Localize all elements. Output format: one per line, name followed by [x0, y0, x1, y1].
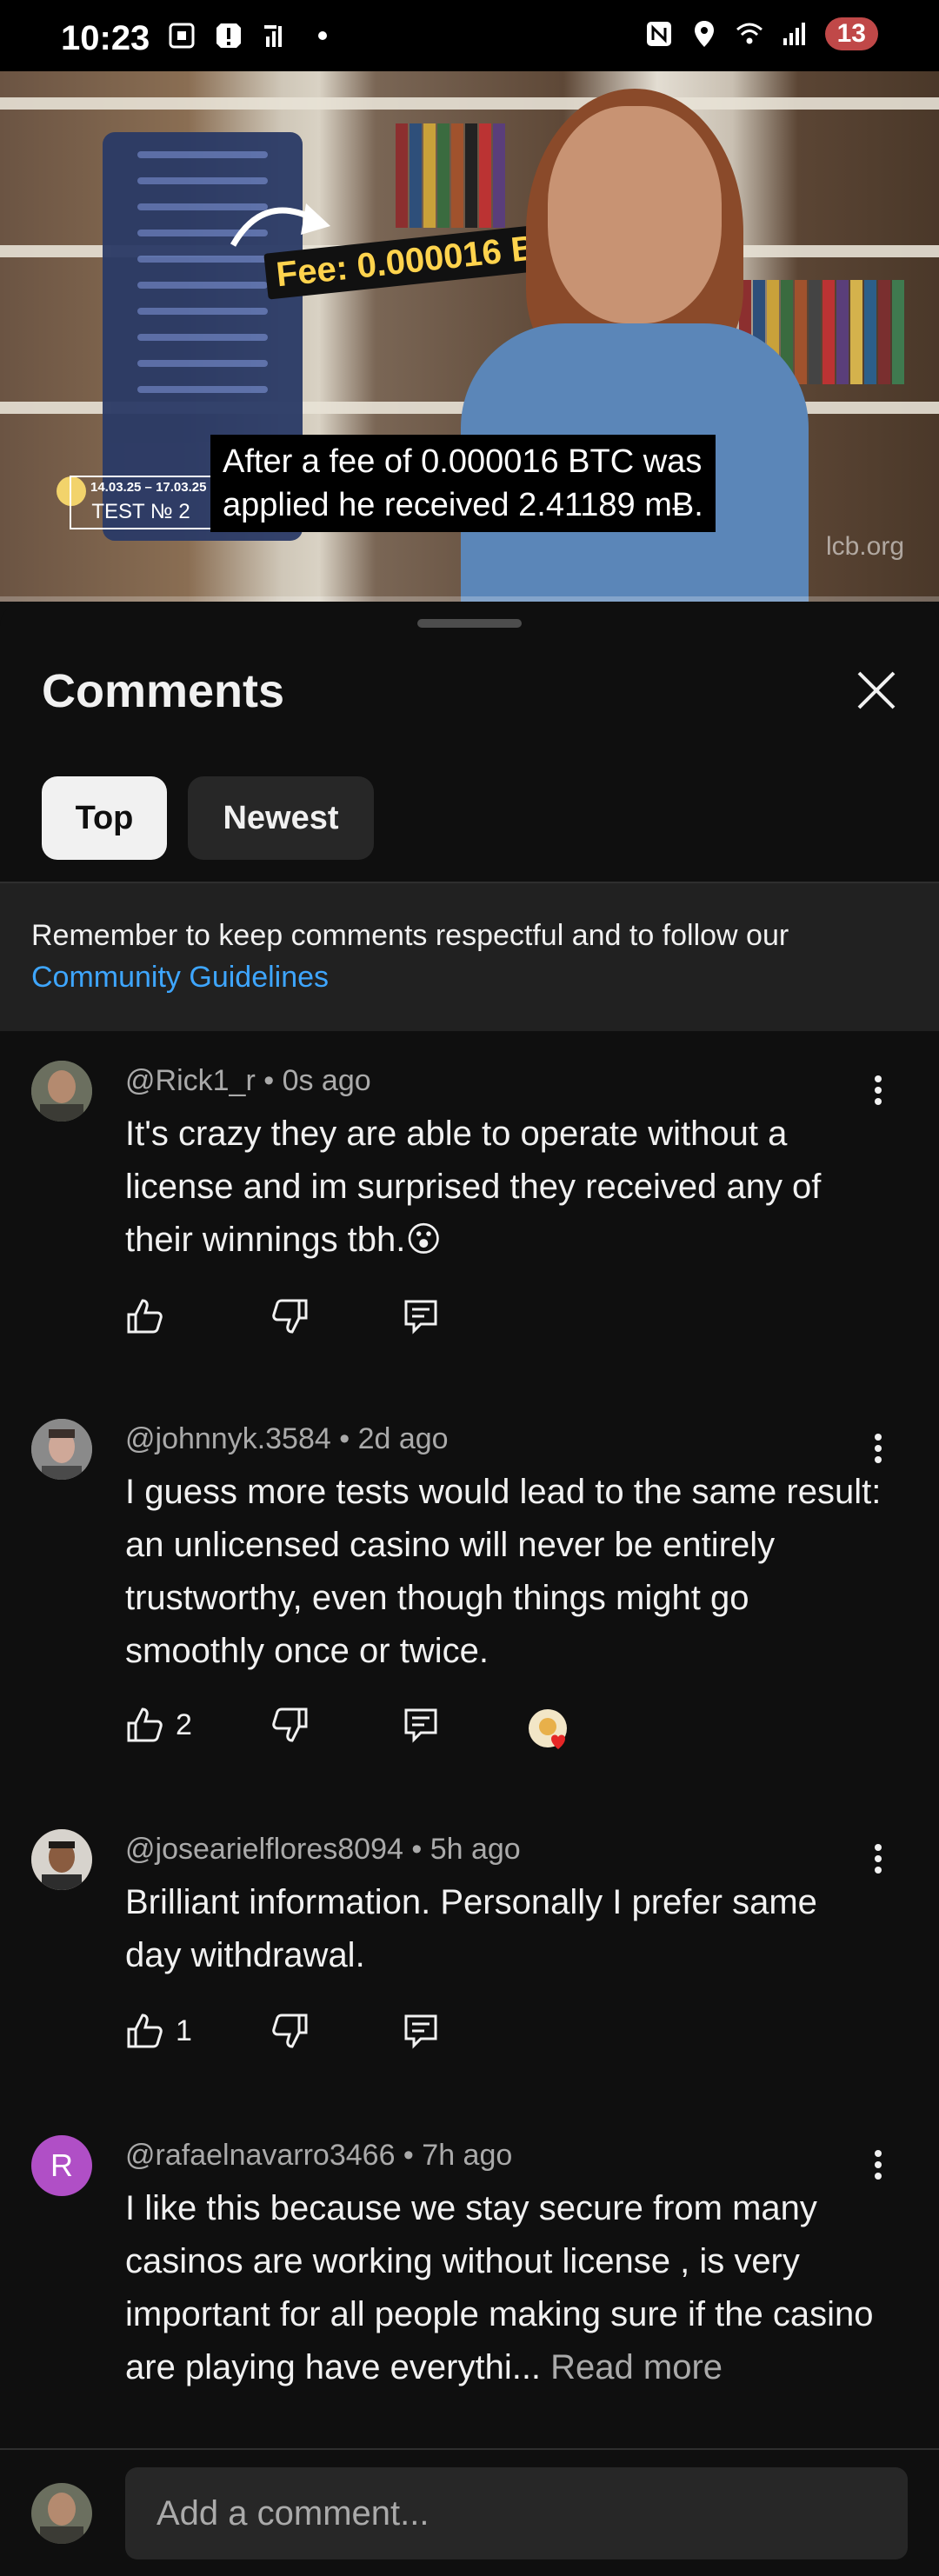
- community-guidelines-link[interactable]: Community Guidelines: [31, 961, 329, 994]
- avatar-letter: R: [50, 2147, 73, 2183]
- comment-text: I like this because we stay secure from …: [125, 2182, 882, 2394]
- wifi-icon: [735, 19, 764, 49]
- add-comment-input[interactable]: Add a comment...: [125, 2467, 908, 2559]
- test-badge: TEST № 2: [70, 476, 212, 529]
- location-icon: [689, 19, 719, 49]
- tab-newest[interactable]: Newest: [188, 776, 374, 860]
- comment-author[interactable]: @rafaelnavarro3466: [125, 2139, 395, 2172]
- like-button[interactable]: 2: [125, 1706, 192, 1744]
- comment-time: 2d ago: [357, 1422, 449, 1455]
- more-vertical-icon: [875, 2150, 882, 2180]
- caption-line: applied he received 2.41189 mɃ.: [223, 487, 703, 523]
- tab-top[interactable]: Top: [42, 776, 167, 860]
- dot-icon: [308, 21, 337, 50]
- comment-meta: @Rick1_r • 0s ago: [125, 1064, 371, 1097]
- comment-composer-bar: Add a comment...: [0, 2448, 939, 2576]
- avatar[interactable]: [31, 1829, 92, 1890]
- reply-icon: [404, 2014, 437, 2049]
- signal-tower-icon: [261, 21, 290, 50]
- comment-text: Brilliant information. Personally I pref…: [125, 1883, 817, 1974]
- video-player[interactable]: Fee: 0.000016 BTC 14.03.25 – 17.03.25 TE…: [0, 71, 939, 602]
- comment-author[interactable]: @Rick1_r: [125, 1064, 256, 1097]
- thumbs-down-icon: [272, 2014, 308, 2048]
- avatar[interactable]: [31, 1061, 92, 1122]
- reply-button[interactable]: [402, 2012, 440, 2050]
- close-icon: [857, 671, 896, 709]
- comment-meta: @rafaelnavarro3466 • 7h ago: [125, 2139, 513, 2172]
- notice-text: Remember to keep comments respectful and…: [31, 919, 789, 952]
- reply-icon: [404, 1300, 437, 1335]
- status-left-icons: [167, 21, 337, 50]
- close-button[interactable]: [849, 662, 904, 718]
- guidelines-notice: Remember to keep comments respectful and…: [0, 882, 939, 1031]
- video-caption: After a fee of 0.000016 BTC was applied …: [210, 435, 716, 532]
- like-count: 2: [176, 1707, 192, 1741]
- comments-title: Comments: [42, 665, 285, 717]
- comment-time: 7h ago: [422, 2139, 513, 2172]
- thumbs-up-icon: [127, 1299, 163, 1334]
- alert-icon: [214, 21, 243, 50]
- comment-meta: @johnnyk.3584 • 2d ago: [125, 1422, 449, 1455]
- cell-signal-icon: [780, 19, 809, 49]
- comment-body: I like this because we stay secure from …: [125, 2189, 874, 2386]
- dislike-button[interactable]: [271, 1297, 310, 1335]
- status-time: 10:23: [61, 19, 150, 57]
- comment-actions: 1: [125, 2012, 734, 2064]
- arrow-icon: [230, 203, 330, 247]
- dislike-button[interactable]: [271, 1706, 310, 1744]
- reply-icon: [404, 1708, 437, 1743]
- thumbs-up-icon: [127, 1707, 163, 1742]
- like-button[interactable]: [125, 1297, 163, 1335]
- read-more-link[interactable]: Read more: [550, 2348, 723, 2386]
- more-vertical-icon: [875, 1075, 882, 1105]
- more-vertical-icon: [875, 1844, 882, 1874]
- comment-text: I guess more tests would lead to the sam…: [125, 1473, 882, 1670]
- caption-line: After a fee of 0.000016 BTC was: [223, 443, 703, 480]
- drag-handle[interactable]: [417, 619, 522, 628]
- status-bar: 10:23 13: [0, 0, 939, 71]
- reply-button[interactable]: [402, 1706, 440, 1744]
- comment-author[interactable]: @johnnyk.3584: [125, 1422, 331, 1455]
- reply-button[interactable]: [402, 1297, 440, 1335]
- comment-author[interactable]: @josearielflores8094: [125, 1833, 403, 1866]
- test-label: TEST № 2: [91, 500, 190, 523]
- more-vertical-icon: [875, 1434, 882, 1463]
- thumbs-down-icon: [272, 1299, 308, 1334]
- comment-actions: 2: [125, 1706, 734, 1758]
- comment-meta: @josearielflores8094 • 5h ago: [125, 1833, 521, 1866]
- like-count: 1: [176, 2014, 192, 2047]
- screenshot-icon: [167, 21, 196, 50]
- status-right-icons: 13: [644, 17, 878, 50]
- comment-actions: [125, 1297, 734, 1349]
- creator-heart-icon: [525, 1706, 577, 1758]
- thumbs-up-icon: [127, 2014, 163, 2048]
- comment-text: It's crazy they are able to operate with…: [125, 1115, 822, 1259]
- current-user-avatar: [31, 2483, 92, 2544]
- avatar[interactable]: R: [31, 2135, 92, 2196]
- avatar[interactable]: [31, 1419, 92, 1480]
- dislike-button[interactable]: [271, 2012, 310, 2050]
- watermark: lcb.org: [825, 532, 904, 561]
- battery-indicator: 13: [824, 17, 878, 50]
- thumbs-down-icon: [272, 1707, 308, 1742]
- nfc-icon: [644, 19, 674, 49]
- comment-time: 5h ago: [430, 1833, 521, 1866]
- comment-time: 0s ago: [282, 1064, 371, 1097]
- like-button[interactable]: 1: [125, 2012, 192, 2050]
